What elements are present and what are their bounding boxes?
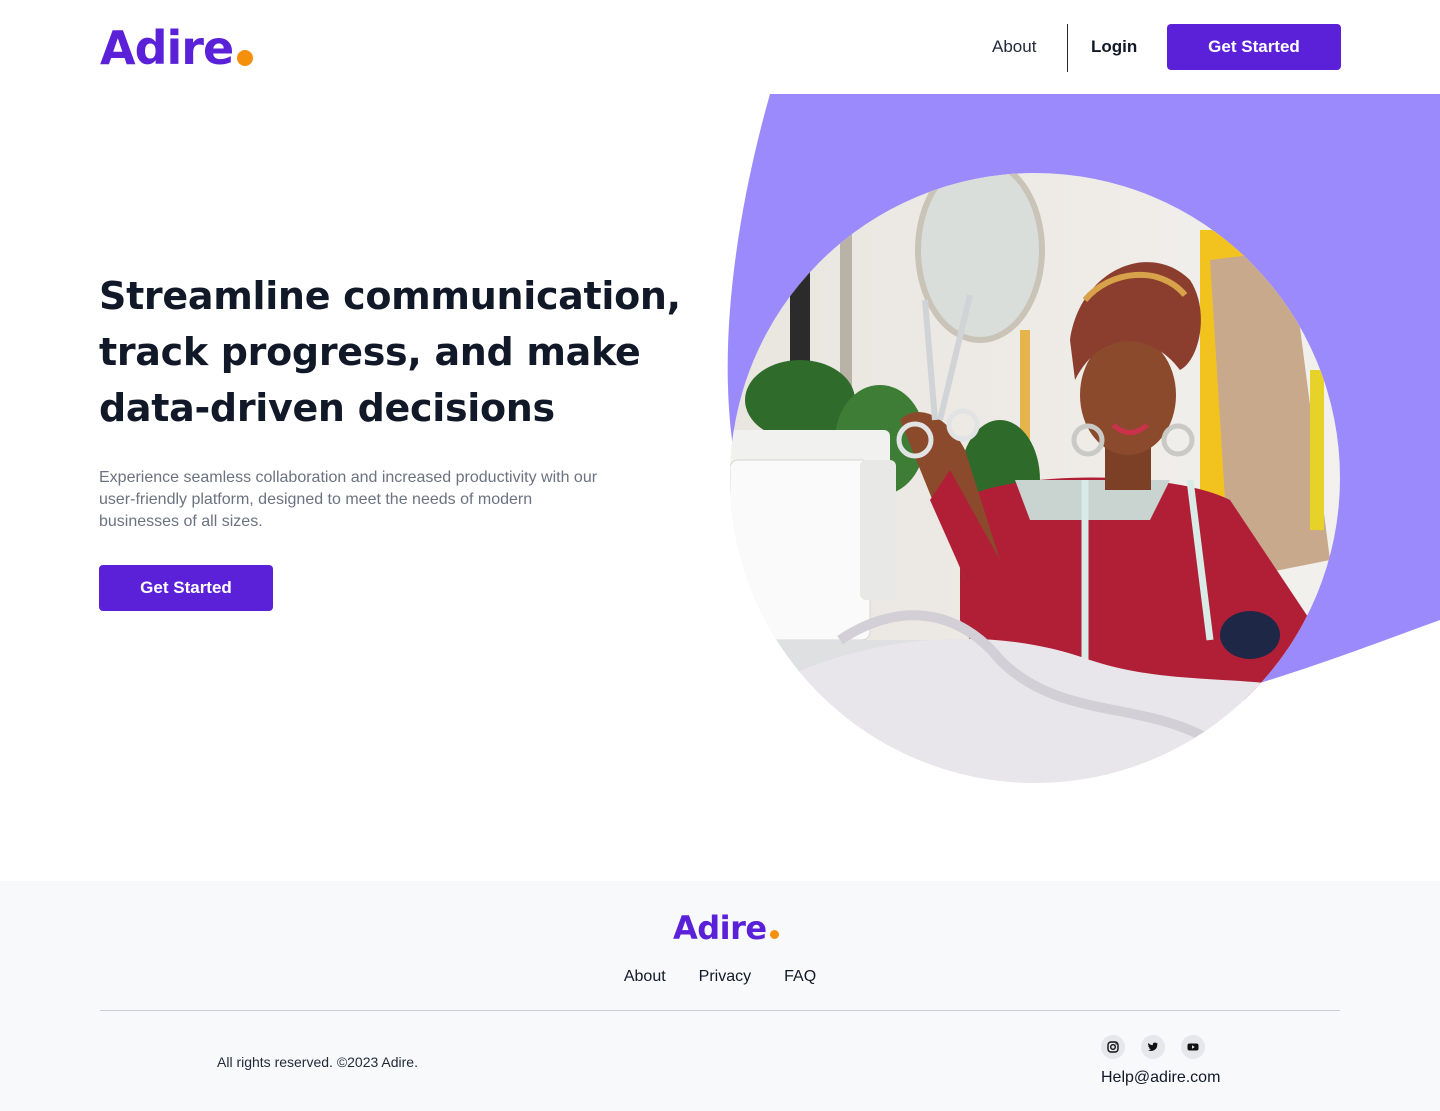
hero-illustration <box>727 94 1440 783</box>
logo-text: Adire <box>100 21 234 75</box>
nav-login-link[interactable]: Login <box>1091 37 1137 57</box>
site-header: Adire About Login Get Started <box>0 0 1440 94</box>
social-links <box>1101 1035 1205 1059</box>
help-email-link[interactable]: Help@adire.com <box>1101 1068 1220 1088</box>
footer-link-faq[interactable]: FAQ <box>784 967 816 987</box>
footer-link-about[interactable]: About <box>624 967 666 987</box>
hero-get-started-button[interactable]: Get Started <box>99 565 273 611</box>
site-footer: Adire About Privacy FAQ All rights reser… <box>0 881 1440 1111</box>
copyright-text: All rights reserved. ©2023 Adire. <box>217 1054 418 1070</box>
logo[interactable]: Adire <box>100 21 254 75</box>
hero-title: Streamline communication, track progress… <box>99 274 681 430</box>
purple-blob <box>727 94 1440 721</box>
nav-about-link[interactable]: About <box>992 37 1036 57</box>
footer-divider <box>100 1010 1340 1011</box>
header-get-started-button[interactable]: Get Started <box>1167 24 1341 70</box>
footer-logo-dot <box>769 930 779 939</box>
instagram-icon[interactable] <box>1101 1035 1125 1059</box>
youtube-icon[interactable] <box>1181 1035 1205 1059</box>
twitter-icon[interactable] <box>1141 1035 1165 1059</box>
footer-link-privacy[interactable]: Privacy <box>699 967 751 987</box>
footer-nav: About Privacy FAQ <box>0 967 1440 987</box>
footer-logo[interactable]: Adire <box>673 909 779 947</box>
hero-subtitle: Experience seamless collaboration and in… <box>99 469 598 530</box>
nav-divider <box>1067 24 1068 72</box>
logo-dot <box>237 50 254 66</box>
hero-photo <box>730 173 1340 783</box>
footer-logo-text: Adire <box>673 909 767 947</box>
